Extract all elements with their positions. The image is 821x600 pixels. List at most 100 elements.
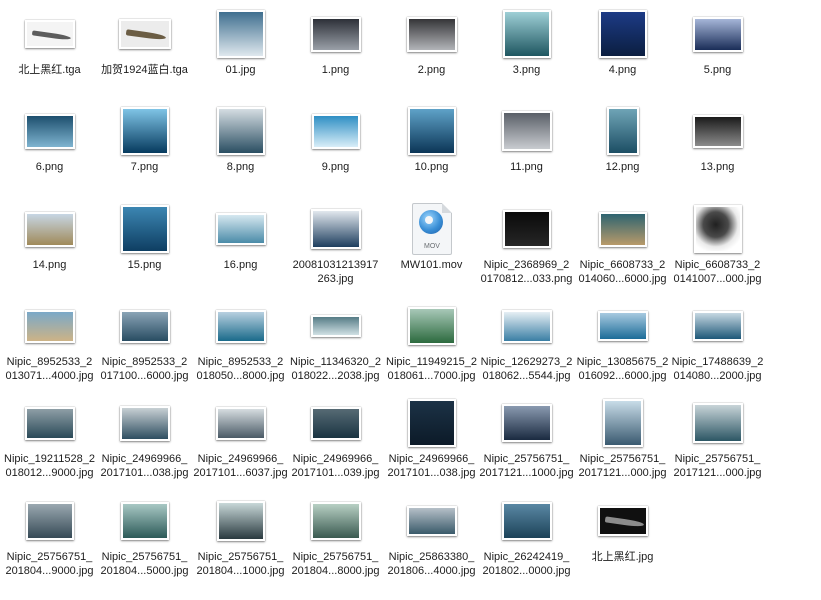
file-item[interactable]: Nipic_25756751_ 201804...8000.jpg [288, 487, 383, 584]
file-name-line1: 15.png [127, 259, 162, 271]
file-name-line1: Nipic_8952533_2 [101, 356, 188, 368]
file-thumbnail [24, 105, 76, 157]
file-item[interactable]: Nipic_19211528_2 018012...9000.jpg [2, 389, 97, 486]
file-name-line2: 016092...6000.jpg [578, 370, 667, 382]
file-name: 北上黑红.tga [2, 63, 97, 77]
file-item[interactable]: Nipic_25756751_ 201804...1000.jpg [193, 487, 288, 584]
file-name-line1: Nipic_25756751_ [292, 551, 379, 563]
file-name: Nipic_25756751_ 201804...5000.jpg [97, 550, 192, 578]
file-item[interactable]: 12.png [575, 97, 670, 194]
file-item[interactable]: 北上黑红.tga [2, 0, 97, 97]
file-item[interactable]: Nipic_8952533_2 013071...4000.jpg [2, 292, 97, 389]
file-name-line1: Nipic_12629273_2 [480, 356, 573, 368]
file-item[interactable]: 1.png [288, 0, 383, 97]
file-item[interactable]: 2.png [384, 0, 479, 97]
file-item[interactable]: Nipic_8952533_2 017100...6000.jpg [97, 292, 192, 389]
ocean-image-icon [599, 211, 647, 247]
file-thumbnail [119, 8, 171, 60]
file-thumbnail [597, 300, 649, 352]
file-item[interactable]: 7.png [97, 97, 192, 194]
file-thumbnail [215, 8, 267, 60]
file-thumbnail [215, 495, 267, 547]
file-item[interactable]: 20081031213917 263.jpg [288, 195, 383, 292]
file-item[interactable]: Nipic_25863380_ 201806...4000.jpg [384, 487, 479, 584]
file-thumbnail [310, 105, 362, 157]
file-name-line2: 018022...2038.jpg [291, 370, 380, 382]
file-item[interactable]: 15.png [97, 195, 192, 292]
file-item[interactable]: Nipic_2368969_2 0170812...033.png [479, 195, 574, 292]
file-name: Nipic_25756751_ 201804...8000.jpg [288, 550, 383, 578]
warship-image-icon [598, 506, 648, 536]
file-thumbnail [406, 8, 458, 60]
file-name: 14.png [2, 258, 97, 272]
file-name: Nipic_24969966_ 2017101...038.jpg [97, 452, 192, 480]
file-item[interactable]: Nipic_6608733_2 0141007...000.jpg [670, 195, 765, 292]
file-item[interactable]: Nipic_8952533_2 018050...8000.jpg [193, 292, 288, 389]
file-name: 7.png [97, 160, 192, 174]
file-item[interactable]: 10.png [384, 97, 479, 194]
file-item[interactable]: Nipic_25756751_ 2017121...1000.jpg [479, 389, 574, 486]
file-item[interactable]: Nipic_13085675_2 016092...6000.jpg [575, 292, 670, 389]
file-item[interactable]: Nipic_11949215_2 018061...7000.jpg [384, 292, 479, 389]
file-name-line1: Nipic_11949215_2 [386, 356, 477, 368]
file-item[interactable]: 北上黑红.jpg [575, 487, 670, 584]
file-name-line1: 6.png [35, 161, 64, 173]
file-name: 10.png [384, 160, 479, 174]
file-item[interactable]: Nipic_25756751_ 201804...5000.jpg [97, 487, 192, 584]
file-name-line2: 017100...6000.jpg [100, 370, 189, 382]
ocean-image-icon [502, 502, 552, 540]
file-item[interactable]: Nipic_12629273_2 018062...5544.jpg [479, 292, 574, 389]
file-item[interactable]: 14.png [2, 195, 97, 292]
file-name-line2: 014080...2000.jpg [673, 370, 762, 382]
file-thumbnail [24, 495, 76, 547]
file-item[interactable]: Nipic_25756751_ 201804...9000.jpg [2, 487, 97, 584]
file-item[interactable]: Nipic_25756751_ 2017121...000.jpg [575, 389, 670, 486]
file-item[interactable]: Nipic_24969966_ 2017101...038.jpg [384, 389, 479, 486]
file-item[interactable]: Nipic_11346320_2 018022...2038.jpg [288, 292, 383, 389]
file-name-line1: 3.png [512, 64, 541, 76]
file-thumbnail [501, 300, 553, 352]
file-item[interactable]: 8.png [193, 97, 288, 194]
file-name-line1: Nipic_8952533_2 [197, 356, 284, 368]
file-item[interactable]: Nipic_24969966_ 2017101...039.jpg [288, 389, 383, 486]
file-item[interactable]: 加贺1924蓝白.tga [97, 0, 192, 97]
file-name-line2: 2017121...000.jpg [578, 467, 667, 479]
file-item[interactable]: Nipic_25756751_ 2017121...000.jpg [670, 389, 765, 486]
file-item[interactable]: Nipic_17488639_2 014080...2000.jpg [670, 292, 765, 389]
file-item[interactable]: 5.png [670, 0, 765, 97]
file-thumbnail [501, 203, 553, 255]
file-thumbnail [692, 203, 744, 255]
file-name: 8.png [193, 160, 288, 174]
file-name-line1: Nipic_25863380_ [388, 551, 475, 563]
ocean-image-icon [25, 309, 75, 343]
file-item[interactable]: Nipic_6608733_2 014060...6000.jpg [575, 195, 670, 292]
file-item[interactable]: 11.png [479, 97, 574, 194]
file-name: 加贺1924蓝白.tga [97, 63, 192, 77]
file-item[interactable]: Nipic_26242419_ 201802...0000.jpg [479, 487, 574, 584]
file-item[interactable]: 3.png [479, 0, 574, 97]
file-item[interactable]: MOV MW101.mov [384, 195, 479, 292]
file-item[interactable]: 01.jpg [193, 0, 288, 97]
file-item[interactable]: 13.png [670, 97, 765, 194]
file-name: 11.png [479, 160, 574, 174]
ocean-image-icon [120, 309, 170, 343]
file-name-line2: 018062...5544.jpg [482, 370, 571, 382]
file-name: 15.png [97, 258, 192, 272]
file-name: Nipic_25863380_ 201806...4000.jpg [384, 550, 479, 578]
ocean-image-icon [311, 502, 361, 540]
ocean-image-icon [407, 506, 457, 536]
file-name-line1: 4.png [608, 64, 637, 76]
file-thumbnail [24, 397, 76, 449]
file-name-line1: 20081031213917 [292, 259, 379, 271]
file-item[interactable]: 4.png [575, 0, 670, 97]
file-thumbnail [215, 300, 267, 352]
file-name: Nipic_8952533_2 017100...6000.jpg [97, 355, 192, 383]
file-item[interactable]: 6.png [2, 97, 97, 194]
file-thumbnail [501, 8, 553, 60]
file-item[interactable]: Nipic_24969966_ 2017101...6037.jpg [193, 389, 288, 486]
file-name-line1: 5.png [703, 64, 732, 76]
ocean-image-icon [599, 10, 647, 58]
file-item[interactable]: 9.png [288, 97, 383, 194]
file-item[interactable]: Nipic_24969966_ 2017101...038.jpg [97, 389, 192, 486]
file-item[interactable]: 16.png [193, 195, 288, 292]
